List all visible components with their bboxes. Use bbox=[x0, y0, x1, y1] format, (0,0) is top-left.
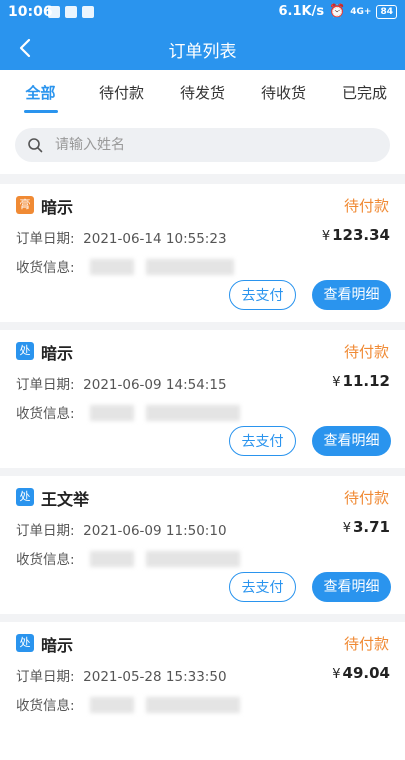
tab-pending-payment[interactable]: 待付款 bbox=[81, 70, 162, 116]
order-card: 处 暗示 待付款 订单日期: 2021-06-09 14:54:15 ¥11.1… bbox=[0, 330, 405, 468]
receive-info-label: 收货信息: bbox=[16, 260, 75, 276]
store-tag-icon: 处 bbox=[16, 634, 34, 652]
pay-button[interactable]: 去支付 bbox=[229, 572, 296, 602]
order-amount-value: 49.04 bbox=[342, 664, 390, 682]
battery-icon: 84 bbox=[376, 4, 397, 19]
order-date-value: 2021-05-28 15:33:50 bbox=[83, 669, 227, 685]
order-date: 订单日期: 2021-06-09 14:54:15 bbox=[16, 373, 227, 393]
view-detail-button[interactable]: 查看明细 bbox=[312, 280, 391, 310]
order-name: 暗示 bbox=[41, 198, 74, 217]
redacted-info bbox=[146, 405, 240, 421]
currency-symbol: ¥ bbox=[321, 229, 331, 244]
order-date: 订单日期: 2021-06-09 11:50:10 bbox=[16, 519, 227, 539]
search-section bbox=[0, 116, 405, 174]
order-card: 处 暗示 待付款 订单日期: 2021-05-28 15:33:50 ¥49.0… bbox=[0, 622, 405, 760]
order-status: 待付款 bbox=[343, 635, 389, 653]
search-icon bbox=[28, 138, 43, 153]
order-tabs: 全部 待付款 待发货 待收货 已完成 bbox=[0, 70, 405, 116]
notification-icon bbox=[65, 6, 77, 18]
receive-info-label: 收货信息: bbox=[16, 552, 75, 568]
redacted-info bbox=[146, 697, 240, 713]
tab-pending-receipt[interactable]: 待收货 bbox=[243, 70, 324, 116]
store-tag-icon: 膏 bbox=[16, 196, 34, 214]
order-date: 订单日期: 2021-05-28 15:33:50 bbox=[16, 665, 227, 685]
order-name: 王文举 bbox=[41, 490, 90, 509]
redacted-info bbox=[90, 551, 134, 567]
order-date-value: 2021-06-09 14:54:15 bbox=[83, 377, 227, 393]
pay-button[interactable]: 去支付 bbox=[229, 426, 296, 456]
tab-pending-shipment[interactable]: 待发货 bbox=[162, 70, 243, 116]
status-bar: 10:06 6.1K/s ⏰ 4G+ 84 bbox=[0, 0, 405, 26]
currency-symbol: ¥ bbox=[332, 667, 341, 682]
order-status: 待付款 bbox=[343, 343, 389, 361]
tab-all[interactable]: 全部 bbox=[0, 70, 81, 116]
order-name: 暗示 bbox=[41, 636, 74, 655]
receive-info-label: 收货信息: bbox=[16, 406, 75, 422]
receive-info-label: 收货信息: bbox=[16, 698, 75, 714]
order-amount: ¥3.71 bbox=[343, 518, 390, 536]
order-amount: ¥123.34 bbox=[322, 226, 390, 244]
redacted-info bbox=[90, 405, 134, 421]
notification-icon bbox=[48, 6, 60, 18]
redacted-info bbox=[90, 259, 134, 275]
pay-button[interactable]: 去支付 bbox=[229, 280, 296, 310]
net-speed: 6.1K/s bbox=[278, 4, 325, 19]
order-card: 处 王文举 待付款 订单日期: 2021-06-09 11:50:10 ¥3.7… bbox=[0, 476, 405, 614]
order-date-label: 订单日期: bbox=[16, 231, 75, 247]
currency-symbol: ¥ bbox=[332, 375, 341, 390]
search-bar[interactable] bbox=[15, 128, 390, 162]
redacted-info bbox=[90, 697, 134, 713]
view-detail-button[interactable]: 查看明细 bbox=[312, 426, 391, 456]
order-amount: ¥11.12 bbox=[332, 372, 390, 390]
order-date-value: 2021-06-14 10:55:23 bbox=[83, 231, 227, 247]
order-date-label: 订单日期: bbox=[16, 377, 75, 393]
order-amount-value: 11.12 bbox=[342, 372, 390, 390]
redacted-info bbox=[146, 551, 240, 567]
status-right: 6.1K/s ⏰ 4G+ 84 bbox=[278, 4, 397, 19]
order-date: 订单日期: 2021-06-14 10:55:23 bbox=[16, 227, 227, 247]
store-tag-icon: 处 bbox=[16, 342, 34, 360]
notification-icon bbox=[82, 6, 94, 18]
app-bar: 订单列表 bbox=[0, 26, 405, 70]
order-amount: ¥49.04 bbox=[332, 664, 390, 682]
status-time: 10:06 bbox=[8, 4, 53, 20]
view-detail-button[interactable]: 查看明细 bbox=[312, 572, 391, 602]
currency-symbol: ¥ bbox=[342, 521, 351, 536]
redacted-info bbox=[146, 259, 234, 275]
store-tag-icon: 处 bbox=[16, 488, 34, 506]
order-amount-value: 3.71 bbox=[352, 518, 390, 536]
alarm-icon: ⏰ bbox=[329, 4, 346, 19]
order-date-label: 订单日期: bbox=[16, 669, 75, 685]
order-status: 待付款 bbox=[343, 489, 389, 507]
order-status: 待付款 bbox=[343, 197, 389, 215]
search-input[interactable] bbox=[53, 136, 357, 154]
network-label: 4G+ bbox=[350, 6, 372, 17]
order-card: 膏 暗示 待付款 订单日期: 2021-06-14 10:55:23 ¥123.… bbox=[0, 184, 405, 322]
order-name: 暗示 bbox=[41, 344, 74, 363]
order-amount-value: 123.34 bbox=[332, 226, 390, 244]
order-date-label: 订单日期: bbox=[16, 523, 75, 539]
notification-icons bbox=[48, 6, 94, 18]
page-title: 订单列表 bbox=[168, 42, 237, 62]
order-date-value: 2021-06-09 11:50:10 bbox=[83, 523, 227, 539]
tab-completed[interactable]: 已完成 bbox=[324, 70, 405, 116]
